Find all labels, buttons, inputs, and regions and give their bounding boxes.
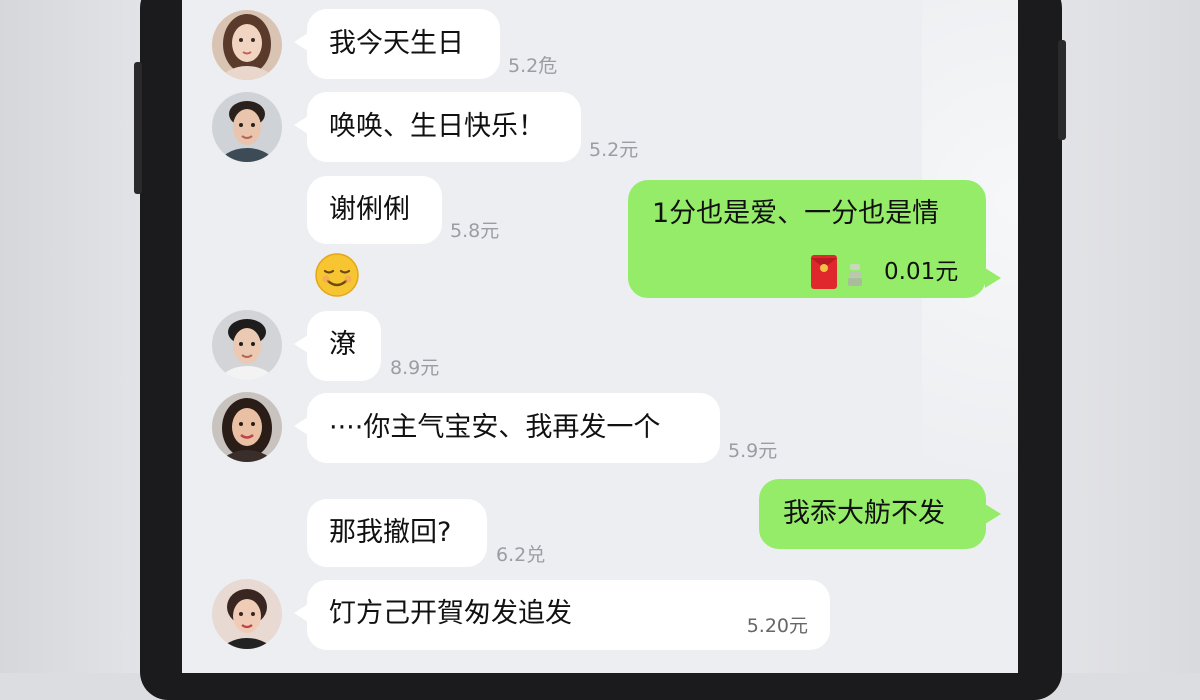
- message-text: 1分也是爱、一分也是情: [652, 198, 940, 229]
- amount-label: 5.9元: [728, 440, 778, 462]
- coin-stack-icon: [848, 264, 862, 286]
- message-bubble[interactable]: 唤唤、生日快乐！: [294, 92, 581, 162]
- red-packet-row[interactable]: 0.01元: [628, 254, 986, 290]
- phone-side-button-right: [1058, 40, 1066, 140]
- message-text: 谢俐俐: [329, 194, 410, 225]
- background-right: [1062, 0, 1200, 673]
- phone-side-button: [134, 62, 142, 194]
- chat-screen: 我今天生日 5.2危 唤唤、生日快乐！ 5.2元 谢俐俐 5.8元 1分也是爱、…: [182, 0, 1018, 673]
- red-envelope-icon: [811, 255, 837, 289]
- background-left: [0, 0, 140, 673]
- message-bubble[interactable]: 谢俐俐: [307, 176, 442, 244]
- amount-label: 5.20元: [746, 615, 808, 637]
- outgoing-message-bubble[interactable]: 1分也是爱、一分也是情 0.01元: [628, 180, 1001, 298]
- message-text: 饤方己开賀匆发追发: [329, 598, 572, 629]
- amount-label: 5.2危: [508, 55, 558, 77]
- message-bubble[interactable]: 潦: [294, 311, 381, 381]
- message-bubble[interactable]: 我今天生日: [294, 9, 500, 79]
- message-text: 我今天生日: [329, 28, 464, 59]
- avatar-man-2[interactable]: [212, 310, 282, 380]
- message-bubble[interactable]: 那我撤回?: [307, 499, 487, 567]
- message-bubble[interactable]: 饤方己开賀匆发追发 5.20元: [294, 580, 830, 650]
- avatar-woman-1[interactable]: [212, 10, 282, 80]
- amount-label: 6.2兑: [496, 544, 546, 566]
- avatar-woman-3[interactable]: [212, 579, 282, 649]
- amount-label: 5.8元: [450, 220, 500, 242]
- outgoing-message-bubble[interactable]: 我忝大舫不发: [759, 479, 1001, 549]
- amount-label: 8.9元: [390, 357, 440, 379]
- amount-label: 5.2元: [589, 139, 639, 161]
- avatar-woman-2[interactable]: [212, 392, 282, 462]
- avatar-man-1[interactable]: [212, 92, 282, 162]
- red-packet-amount: 0.01元: [884, 259, 959, 285]
- message-text: 潦: [329, 329, 356, 360]
- message-bubble[interactable]: ····你主气宝安、我再发一个: [294, 393, 720, 463]
- message-text: 那我撤回?: [329, 517, 452, 548]
- message-text: 唤唤、生日快乐！: [329, 111, 545, 142]
- message-text: 我忝大舫不发: [783, 498, 945, 529]
- message-text: ····你主气宝安、我再发一个: [329, 412, 661, 443]
- relieved-face-emoji: [315, 253, 359, 297]
